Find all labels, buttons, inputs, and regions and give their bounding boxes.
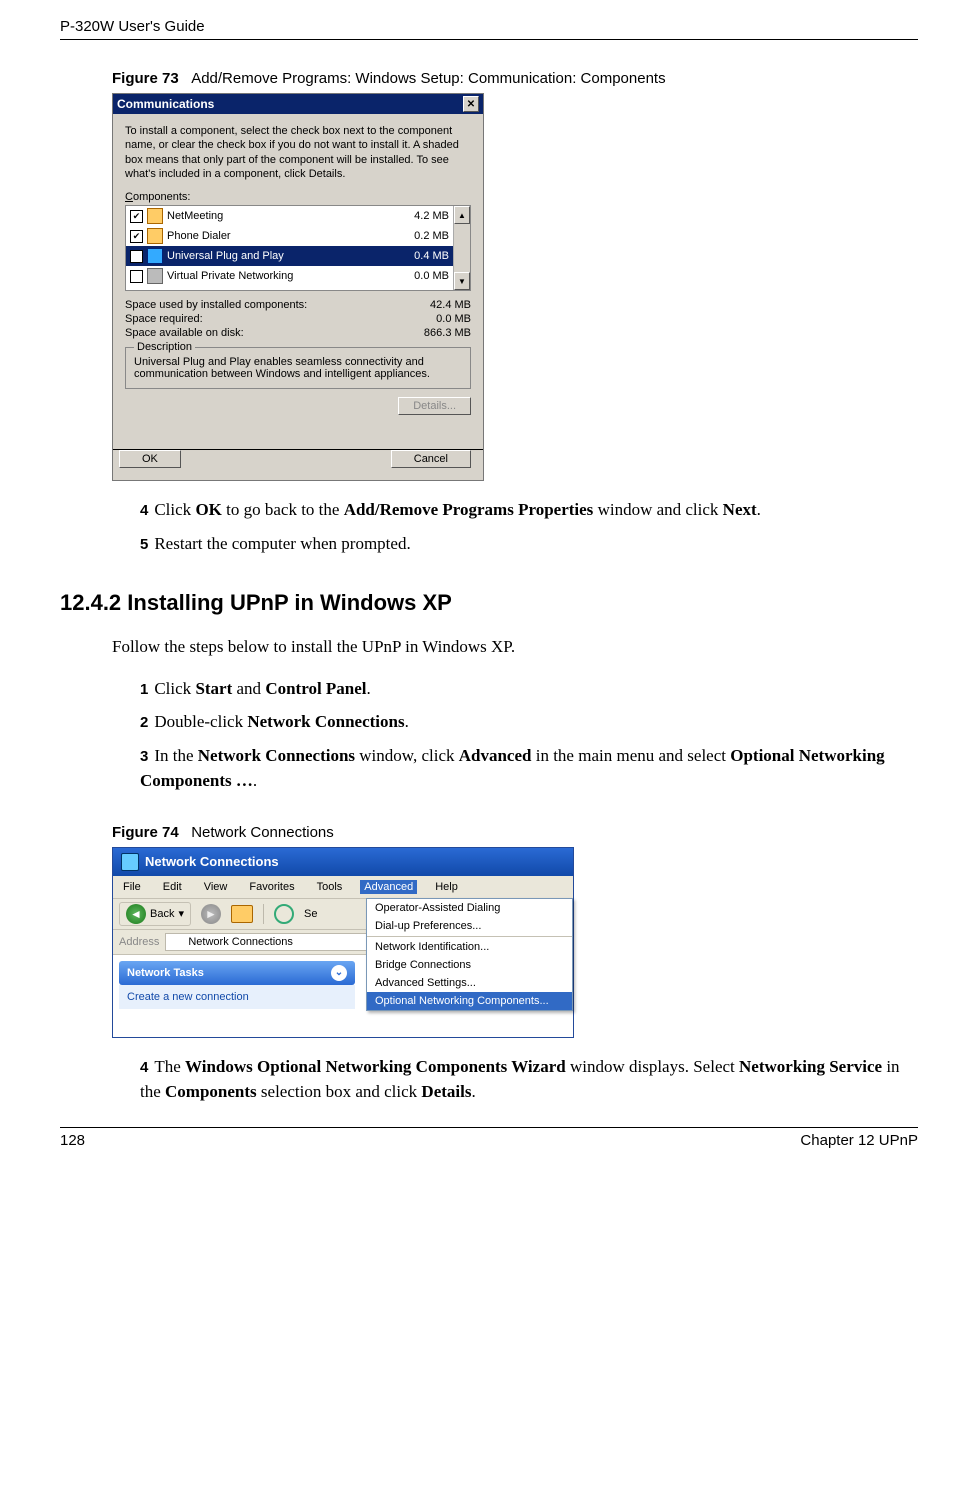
step-4a: 4Click OK to go back to the Add/Remove P… [140, 497, 918, 523]
communications-dialog: Communications ✕ To install a component,… [112, 93, 484, 481]
menu-item-optional-components[interactable]: Optional Networking Components... [367, 992, 572, 1010]
guide-title: P-320W User's Guide [60, 18, 205, 35]
components-label: Components: [125, 191, 471, 203]
page-header: P-320W User's Guide [60, 0, 918, 40]
address-label: Address [119, 936, 159, 948]
stat-label: Space used by installed components: [125, 299, 307, 311]
stat-label: Space required: [125, 313, 203, 325]
scroll-down-icon[interactable]: ▼ [454, 272, 470, 290]
back-button[interactable]: ◄ Back ▾ [119, 902, 191, 926]
search-label: Se [304, 908, 317, 920]
step-3b: 3In the Network Connections window, clic… [140, 743, 918, 794]
tasks-panel-header[interactable]: Network Tasks ⌄ [119, 961, 355, 985]
list-item[interactable]: Virtual Private Networking 0.0 MB [126, 266, 453, 286]
page-number: 128 [60, 1132, 85, 1149]
checkbox-icon[interactable]: ✔ [130, 230, 143, 243]
section-heading: 12.4.2 Installing UPnP in Windows XP [60, 590, 918, 616]
collapse-icon[interactable]: ⌄ [331, 965, 347, 981]
checkbox-icon[interactable]: ✔ [130, 250, 143, 263]
network-connections-window: Network Connections File Edit View Favor… [112, 847, 574, 1038]
step-2b: 2Double-click Network Connections. [140, 709, 918, 735]
section-intro: Follow the steps below to install the UP… [112, 634, 918, 660]
back-icon: ◄ [126, 904, 146, 924]
up-folder-icon[interactable] [231, 905, 253, 923]
stat-value: 866.3 MB [424, 327, 471, 339]
stat-value: 42.4 MB [430, 299, 471, 311]
menu-item-bridge[interactable]: Bridge Connections [367, 956, 572, 974]
group-legend: Description [134, 341, 195, 353]
chapter-label: Chapter 12 UPnP [800, 1132, 918, 1149]
menu-edit[interactable]: Edit [159, 880, 186, 894]
details-button: Details... [398, 397, 471, 415]
list-item[interactable]: ✔NetMeeting 4.2 MB [126, 206, 453, 226]
menubar[interactable]: File Edit View Favorites Tools Advanced … [113, 876, 573, 899]
toolbar: ◄ Back ▾ ► Se Operator-Assisted Dialing … [113, 899, 573, 930]
forward-icon: ► [201, 904, 221, 924]
menu-favorites[interactable]: Favorites [245, 880, 298, 894]
figure-73-caption: Figure 73 Add/Remove Programs: Windows S… [112, 70, 918, 87]
location-icon [170, 935, 184, 949]
checkbox-icon[interactable] [130, 270, 143, 283]
cancel-button[interactable]: Cancel [391, 450, 471, 468]
menu-item-operator-assisted[interactable]: Operator-Assisted Dialing [367, 899, 572, 917]
page-footer: 128 Chapter 12 UPnP [60, 1127, 918, 1167]
menu-view[interactable]: View [200, 880, 232, 894]
list-item[interactable]: ✔Universal Plug and Play 0.4 MB [126, 246, 453, 266]
dialog-titlebar: Communications ✕ [113, 94, 483, 114]
scroll-up-icon[interactable]: ▲ [454, 206, 470, 224]
tasks-panel-body: Create a new connection [119, 985, 355, 1009]
scrollbar[interactable]: ▲ ▼ [453, 206, 470, 290]
list-item[interactable]: ✔Phone Dialer 0.2 MB [126, 226, 453, 246]
task-link[interactable]: Create a new connection [127, 991, 249, 1003]
chevron-down-icon[interactable]: ▾ [178, 907, 184, 920]
app-icon [147, 228, 163, 244]
step-5a: 5Restart the computer when prompted. [140, 531, 918, 557]
menu-file[interactable]: File [119, 880, 145, 894]
menu-item-dialup-prefs[interactable]: Dial-up Preferences... [367, 917, 572, 935]
menu-item-advanced-settings[interactable]: Advanced Settings... [367, 974, 572, 992]
checkbox-icon[interactable]: ✔ [130, 210, 143, 223]
window-title: Network Connections [145, 854, 279, 869]
description-text: Universal Plug and Play enables seamless… [134, 356, 462, 380]
stat-label: Space available on disk: [125, 327, 244, 339]
dialog-intro-text: To install a component, select the check… [125, 124, 471, 181]
components-listbox[interactable]: ✔NetMeeting 4.2 MB ✔Phone Dialer 0.2 MB … [125, 205, 471, 291]
stat-value: 0.0 MB [436, 313, 471, 325]
figure-74-caption: Figure 74 Network Connections [112, 824, 918, 841]
app-icon [147, 268, 163, 284]
close-icon[interactable]: ✕ [463, 96, 479, 112]
window-icon [121, 853, 139, 871]
advanced-menu-dropdown[interactable]: Operator-Assisted Dialing Dial-up Prefer… [366, 898, 573, 1011]
step-1b: 1Click Start and Control Panel. [140, 676, 918, 702]
menu-help[interactable]: Help [431, 880, 462, 894]
app-icon [147, 208, 163, 224]
ok-button[interactable]: OK [119, 450, 181, 468]
description-group: Description Universal Plug and Play enab… [125, 347, 471, 389]
window-titlebar: Network Connections [113, 848, 573, 876]
menu-advanced[interactable]: Advanced [360, 880, 417, 894]
search-icon[interactable] [274, 904, 294, 924]
menu-item-network-id[interactable]: Network Identification... [367, 938, 572, 956]
menu-tools[interactable]: Tools [313, 880, 347, 894]
step-4c: 4The Windows Optional Networking Compone… [140, 1054, 918, 1105]
app-icon [147, 248, 163, 264]
dialog-title: Communications [117, 97, 214, 111]
